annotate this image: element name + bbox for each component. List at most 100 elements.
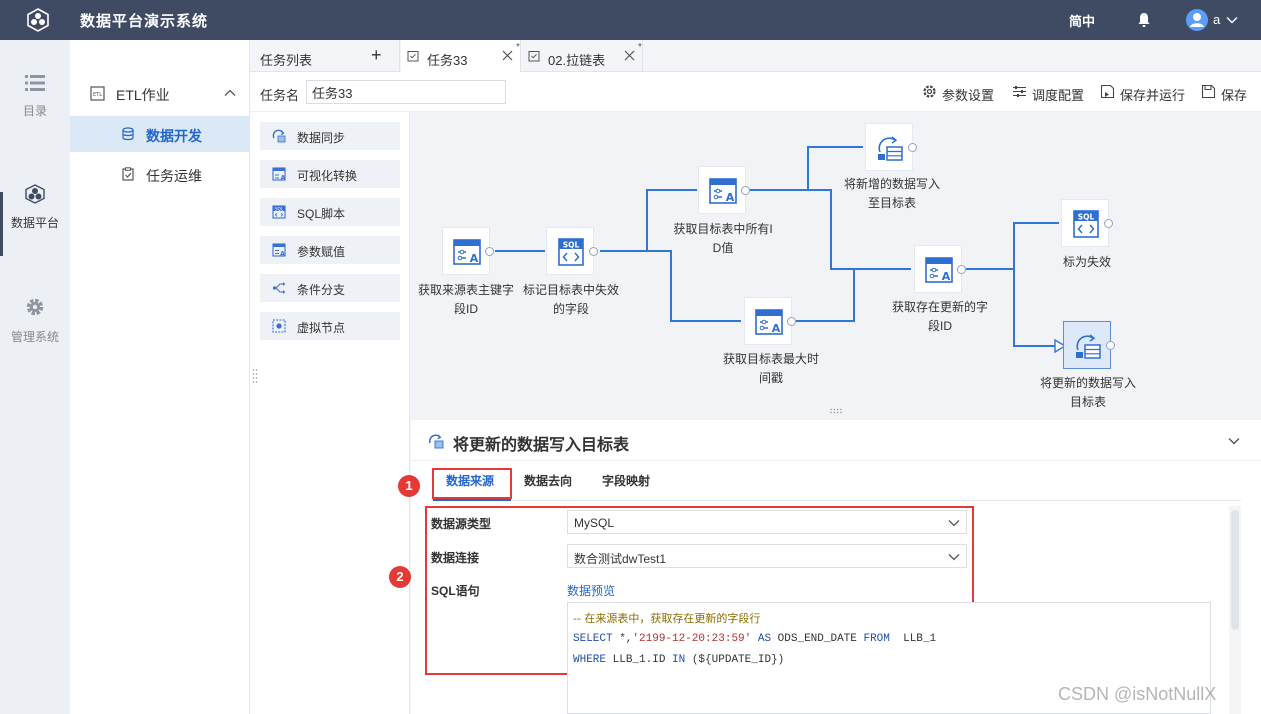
output-port[interactable] (787, 317, 796, 326)
menu-item-label: 任务运维 (146, 168, 202, 184)
tab-label: 任务33 (427, 53, 468, 68)
resize-handle-icon[interactable] (252, 368, 258, 384)
sql-comment: -- 在来源表中，获取存在更新的字段行 (573, 612, 761, 625)
svg-text:A: A (726, 191, 735, 204)
flow-node-label: 获取目标表最大时 间戳 (722, 352, 819, 385)
menu-item-task-ops[interactable]: 任务运维 (70, 156, 249, 192)
user-name[interactable]: a (1213, 12, 1220, 27)
flow-node-n3[interactable]: A (698, 166, 750, 214)
flow-node-n5[interactable]: A (744, 297, 796, 345)
close-icon[interactable] (502, 50, 513, 61)
palette-condition-branch[interactable]: 条件分支 (260, 274, 400, 302)
clipboard-check-icon (122, 167, 134, 181)
save-run-icon (1100, 84, 1115, 99)
chevron-up-icon[interactable] (224, 87, 236, 99)
sync-node-icon (1076, 334, 1101, 359)
top-bar: 数据平台演示系统 简中 a (0, 0, 1261, 40)
close-icon[interactable] (624, 50, 635, 61)
branch-icon (273, 282, 286, 294)
task-list-header: 任务列表 + (250, 40, 400, 72)
left-rail: 目录 数据平台 管理系统 (0, 40, 70, 714)
database-icon (122, 127, 134, 141)
output-port[interactable] (957, 265, 966, 274)
palette-visual-transform[interactable]: A 可视化转换 (260, 160, 400, 188)
source-type-label: 数据源类型 (431, 517, 492, 531)
sql-label: SQL语句 (431, 584, 480, 598)
output-port[interactable] (1106, 341, 1115, 350)
user-icon (1190, 13, 1204, 27)
flow-node-n1[interactable]: A (442, 227, 494, 275)
settings-icon (923, 85, 936, 98)
button-label: 保存 (1221, 88, 1248, 103)
etl-icon: ETL (90, 86, 105, 101)
flow-node-label: 标为失效 (1062, 255, 1111, 269)
palette-label: 条件分支 (297, 283, 346, 297)
transform-node-icon: A (709, 178, 737, 204)
tab-task33[interactable]: 任务33 * (401, 40, 521, 72)
sync-icon (272, 129, 286, 143)
gear-icon (26, 298, 44, 316)
button-label: 参数设置 (942, 88, 995, 103)
output-port[interactable] (1104, 219, 1113, 228)
user-avatar[interactable] (1186, 9, 1208, 31)
palette-sql-script[interactable]: SQL SQL脚本 (260, 198, 400, 226)
rail-item-catalog[interactable]: 目录 (0, 74, 70, 154)
connection-label: 数据连接 (431, 551, 480, 565)
rail-label: 目录 (22, 104, 47, 118)
menu-item-data-dev[interactable]: 数据开发 (70, 116, 249, 152)
tab-data-source[interactable]: 数据来源 (446, 472, 494, 489)
flow-node-n8[interactable] (1063, 321, 1115, 369)
output-port[interactable] (485, 247, 494, 256)
flow-node-n2[interactable]: SQL (546, 227, 598, 275)
active-tab-indicator (433, 499, 511, 501)
task-list-title: 任务列表 (260, 53, 313, 68)
rail-item-data-platform[interactable]: 数据平台 (0, 184, 70, 264)
source-type-select[interactable]: MySQL (567, 510, 967, 534)
app-logo-icon (27, 8, 49, 32)
sql-keyword: SELECT (573, 633, 613, 645)
sliders-icon (1013, 86, 1026, 97)
tab-data-destination[interactable]: 数据去向 (524, 472, 572, 489)
flow-node-n4[interactable] (865, 123, 917, 171)
cubes-icon (25, 184, 45, 204)
palette-virtual-node[interactable]: 虚拟节点 (260, 312, 400, 340)
sql-node-icon: SQL (1073, 210, 1099, 238)
output-port[interactable] (908, 143, 917, 152)
svg-text:A: A (942, 270, 951, 283)
task-name-label: 任务名 (260, 88, 300, 103)
chevron-down-icon[interactable] (1226, 14, 1238, 26)
select-value: 数合测试dwTest1 (574, 552, 667, 566)
node-detail-panel: 将更新的数据写入目标表 1 数据来源 数据去向 字段映射 2 数据源类型 MyS… (389, 420, 1261, 714)
modified-marker: * (516, 42, 520, 53)
tab-02-zipper-table[interactable]: 02.拉链表 * (522, 40, 643, 72)
rail-item-admin[interactable]: 管理系统 (0, 296, 70, 376)
svg-text:SQL: SQL (563, 241, 580, 250)
language-switch[interactable]: 简中 (1069, 11, 1095, 30)
transform-node-icon: A (925, 257, 953, 283)
tab-label: 02.拉链表 (548, 53, 606, 68)
palette-data-sync[interactable]: 数据同步 (260, 122, 400, 150)
menu-group-etl[interactable]: ETL ETL作业 (70, 73, 250, 113)
panel-resize-handle-icon[interactable] (829, 408, 843, 414)
output-port[interactable] (741, 186, 750, 195)
palette-param-assign[interactable]: A 参数赋值 (260, 236, 400, 264)
node-palette: 数据同步 A 可视化转换 SQL SQL脚本 A 参数赋值 条件分支 虚拟节点 (250, 112, 410, 714)
output-port[interactable] (589, 247, 598, 256)
flow-node-n6[interactable]: A (914, 245, 966, 293)
flow-canvas[interactable]: A 获取来源表主键字 段ID SQL 标记目标表中失效 的字段 A 获取目标表中所有… (411, 112, 1261, 420)
svg-text:A: A (280, 251, 285, 258)
svg-text:A: A (281, 175, 286, 182)
sql-string: '2199-12-20:23:59' (632, 633, 752, 645)
task-name-input[interactable] (306, 80, 506, 104)
list-icon (25, 75, 45, 91)
flow-node-n7[interactable]: SQL (1061, 199, 1113, 247)
tab-field-mapping[interactable]: 字段映射 (602, 472, 650, 489)
scrollbar-thumb[interactable] (1231, 510, 1239, 630)
svg-text:A: A (772, 322, 781, 335)
chevron-down-icon[interactable] (1227, 434, 1241, 448)
data-preview-link[interactable]: 数据预览 (567, 582, 615, 599)
connection-select[interactable]: 数合测试dwTest1 (567, 544, 967, 568)
flow-node-label: 将新增的数据写入 至目标表 (843, 177, 940, 210)
bell-icon[interactable] (1137, 12, 1151, 28)
add-task-button[interactable]: + (371, 46, 382, 64)
